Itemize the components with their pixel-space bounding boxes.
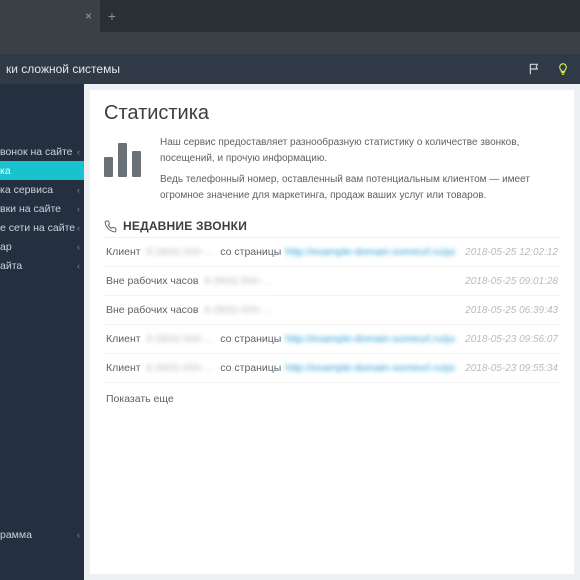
info-line-1: Наш сервис предоставляет разнообразную с…: [160, 135, 560, 166]
call-row: Клиент8 (900) 000-…со страницыhttp://exa…: [104, 325, 560, 354]
chevron-left-icon: ‹: [77, 185, 80, 195]
call-label: Клиент8 (900) 000-…со страницыhttp://exa…: [106, 333, 457, 345]
call-timestamp: 2018-05-25 12:02:12: [465, 247, 558, 258]
chevron-left-icon: ‹: [77, 204, 80, 214]
call-timestamp: 2018-05-23 09:56:07: [465, 334, 558, 345]
call-timestamp: 2018-05-23 09:55:34: [465, 363, 558, 374]
call-number: 8 (900) 000-…: [204, 275, 272, 287]
sidebar-item[interactable]: ка: [0, 161, 84, 180]
sidebar-item-label: рамма: [0, 529, 32, 541]
call-row: Вне рабочих часов8 (900) 000-… 2018-05-25…: [104, 267, 560, 296]
bulb-icon[interactable]: [556, 62, 570, 76]
sidebar-item[interactable]: айта ‹: [0, 256, 84, 275]
sidebar-item[interactable]: вонок на сайте ‹: [0, 142, 84, 161]
bars-icon: [104, 135, 146, 177]
main-area: Статистика Наш сервис предоставляет разн…: [84, 84, 580, 580]
call-row: Вне рабочих часов8 (900) 000-… 2018-05-25…: [104, 296, 560, 325]
heading: Статистика: [104, 102, 560, 125]
call-number: 8 (900) 000-…: [147, 246, 215, 258]
sidebar-item-label: айта: [0, 260, 22, 272]
phone-icon: [104, 220, 117, 233]
call-page-link[interactable]: http://example-domain-someurl.ru/page/: [285, 246, 455, 258]
call-number: 8 (900) 000-…: [204, 304, 272, 316]
sidebar-item[interactable]: рамма ‹: [0, 525, 84, 544]
sidebar-item[interactable]: ар ‹: [0, 237, 84, 256]
call-label: Клиент8 (900) 000-…со страницыhttp://exa…: [106, 246, 457, 258]
sidebar-item[interactable]: е сети на сайте‹: [0, 218, 84, 237]
sidebar-item-label: вонок на сайте: [0, 146, 73, 158]
new-tab-button[interactable]: +: [100, 0, 124, 32]
sidebar-item-label: ка: [0, 165, 11, 177]
sidebar: вонок на сайте‹кака сервиса‹вки на сайте…: [0, 84, 84, 580]
call-page-link[interactable]: http://example-domain-someurl.ru/page/: [285, 333, 455, 345]
calls-list: Клиент8 (900) 000-…со страницыhttp://exa…: [104, 237, 560, 383]
call-label: Вне рабочих часов8 (900) 000-…: [106, 275, 457, 287]
sidebar-item[interactable]: ка сервиса ‹: [0, 180, 84, 199]
close-icon[interactable]: ×: [85, 9, 92, 23]
chevron-left-icon: ‹: [77, 242, 80, 252]
chevron-left-icon: ‹: [77, 223, 80, 233]
flag-icon[interactable]: [528, 62, 542, 76]
call-row: Клиент8 (900) 000-…со страницыhttp://exa…: [104, 238, 560, 267]
content-panel: Статистика Наш сервис предоставляет разн…: [90, 90, 574, 574]
call-number: 8 (900) 000-…: [147, 362, 215, 374]
info-text: Наш сервис предоставляет разнообразную с…: [160, 135, 560, 203]
sidebar-item-label: ар: [0, 241, 12, 253]
sidebar-item-label: вки на сайте: [0, 203, 61, 215]
app-titlebar: ки сложной системы: [0, 54, 580, 84]
call-row: Клиент8 (900) 000-…со страницыhttp://exa…: [104, 354, 560, 383]
call-label: Клиент8 (900) 000-…со страницыhttp://exa…: [106, 362, 457, 374]
call-page-link[interactable]: http://example-domain-someurl.ru/page/: [285, 362, 455, 374]
call-label: Вне рабочих часов8 (900) 000-…: [106, 304, 457, 316]
browser-tabstrip: × +: [0, 0, 580, 32]
browser-toolbar: [0, 32, 580, 54]
browser-tab[interactable]: ×: [0, 0, 100, 32]
chevron-left-icon: ‹: [77, 530, 80, 540]
section-title: НЕДАВНИЕ ЗВОНКИ: [104, 219, 560, 233]
call-number: 8 (900) 000-…: [147, 333, 215, 345]
show-more-button[interactable]: Показать еще: [104, 383, 560, 405]
chevron-left-icon: ‹: [77, 261, 80, 271]
call-timestamp: 2018-05-25 06:39:43: [465, 305, 558, 316]
page-title: ки сложной системы: [6, 62, 120, 76]
info-line-2: Ведь телефонный номер, оставленный вам п…: [160, 172, 560, 203]
sidebar-item-label: е сети на сайте: [0, 222, 75, 234]
sidebar-item[interactable]: вки на сайте ‹: [0, 199, 84, 218]
sidebar-item-label: ка сервиса: [0, 184, 53, 196]
chevron-left-icon: ‹: [77, 147, 80, 157]
call-timestamp: 2018-05-25 09:01:28: [465, 276, 558, 287]
